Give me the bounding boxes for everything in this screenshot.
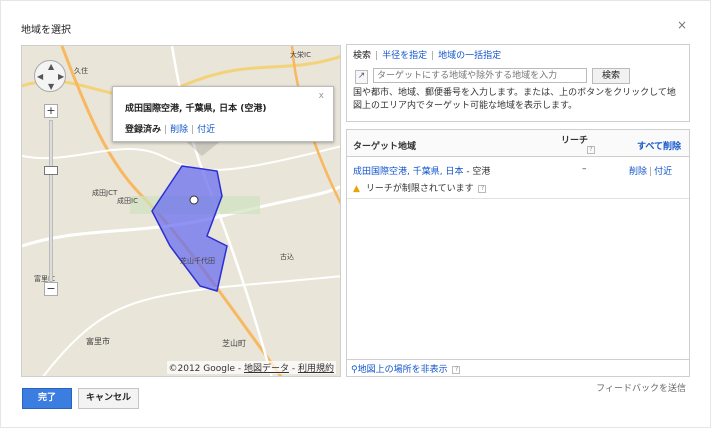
map-pin-small-icon: ⚲	[351, 365, 358, 375]
map-label-shibayama-chiyoda: 芝山千代田	[180, 257, 215, 265]
remove-all-link[interactable]: すべて削除	[637, 139, 681, 152]
info-nearby-link[interactable]: 付近	[197, 125, 215, 135]
terms-link[interactable]: 利用規約	[298, 364, 334, 374]
search-button[interactable]: 検索	[592, 68, 630, 84]
map-view[interactable]: 久住 成田JCT 成田IC 富里市 富里IC 芝山町 芝山千代田 大栄IC 古込…	[21, 45, 341, 377]
send-feedback-link[interactable]: フィードバックを送信	[596, 381, 686, 394]
zoom-slider-handle[interactable]	[44, 166, 58, 175]
zoom-out-button[interactable]: −	[44, 282, 58, 296]
row-divider	[347, 198, 689, 199]
row-remove-link[interactable]: 削除	[629, 167, 647, 177]
warning-icon: ▲	[353, 184, 360, 194]
map-copyright: ©2012 Google - 地図データ - 利用規約	[166, 361, 336, 374]
select-region-dialog: 地域を選択 × 久住 成田JCT 成田IC 富里市 富里IC 芝山町 芝山千代田…	[0, 0, 711, 428]
pan-left-icon[interactable]: ◀	[37, 72, 43, 81]
zoom-track[interactable]	[49, 120, 53, 282]
tab-bulk[interactable]: 地域の一括指定	[438, 51, 501, 61]
info-status: 登録済み	[125, 125, 162, 135]
zoom-in-button[interactable]: +	[44, 104, 58, 118]
pan-control[interactable]: ▲ ▼ ◀ ▶	[34, 60, 66, 92]
close-icon[interactable]: ×	[677, 18, 687, 32]
map-label-kuzue: 久住	[74, 67, 88, 75]
map-label-narita-jct: 成田JCT	[92, 189, 118, 197]
hide-places-link[interactable]: 地図上の場所を非表示	[358, 365, 448, 375]
tab-radius[interactable]: 半径を指定	[382, 51, 427, 61]
pan-right-icon[interactable]: ▶	[58, 72, 64, 81]
info-remove-link[interactable]: 削除	[170, 125, 188, 135]
map-label-daiei-ic: 大栄IC	[290, 51, 311, 59]
cancel-button[interactable]: キャンセル	[78, 388, 139, 409]
target-location-link[interactable]: 成田国際空港, 千葉県, 日本	[353, 167, 463, 177]
pan-up-icon[interactable]: ▲	[48, 62, 54, 71]
warning-help-icon[interactable]: ?	[478, 184, 487, 193]
column-reach: リーチ	[561, 136, 589, 146]
map-label-kushi: 古込	[280, 253, 294, 261]
table-footer: ⚲地図上の場所を非表示 ?	[347, 359, 689, 376]
row-nearby-link[interactable]: 付近	[654, 167, 672, 177]
search-tabs: 検索 | 半径を指定 | 地域の一括指定	[353, 51, 502, 61]
target-reach: –	[582, 164, 587, 174]
tab-search[interactable]: 検索	[353, 51, 371, 61]
search-panel: 検索|半径を指定|地域の一括指定 ↗ 検索 国や都市、地域、郵便番号を入力します…	[346, 44, 690, 122]
map-label-narita-ic: 成田IC	[117, 197, 138, 205]
location-search-input[interactable]	[373, 68, 587, 83]
map-info-window: x 成田国際空港, 千葉県, 日本 (空港) 登録済み | 削除 | 付近	[112, 86, 334, 142]
column-target-region: ターゲット地域	[353, 142, 417, 152]
search-help-text: 国や都市、地域、郵便番号を入力します。または、上のボタンをクリックして地図上のエ…	[353, 88, 676, 111]
pan-down-icon[interactable]: ▼	[48, 82, 54, 91]
hide-places-help-icon[interactable]: ?	[452, 365, 461, 374]
done-button[interactable]: 完了	[22, 388, 72, 409]
dialog-title: 地域を選択	[21, 25, 71, 36]
map-pin-icon[interactable]: ↗	[355, 70, 368, 84]
map-label-tomisato: 富里市	[86, 337, 110, 346]
copyright-text: ©2012 Google -	[168, 364, 244, 374]
warning-text: リーチが制限されています	[365, 184, 474, 194]
info-title: 成田国際空港, 千葉県, 日本 (空港)	[125, 104, 267, 114]
reach-warning: ▲ リーチが制限されています ?	[353, 181, 487, 194]
map-data-link[interactable]: 地図データ	[244, 364, 289, 374]
reach-help-icon[interactable]: ?	[587, 146, 595, 154]
info-close-icon[interactable]: x	[319, 91, 324, 101]
target-regions-table: ターゲット地域 リーチ ? すべて削除 成田国際空港, 千葉県, 日本 - 空港…	[346, 129, 690, 377]
map-label-shibayama: 芝山町	[222, 339, 246, 348]
target-location-type: - 空港	[463, 167, 491, 177]
table-header: ターゲット地域 リーチ ? すべて削除	[347, 130, 689, 157]
zoom-control[interactable]: + −	[44, 104, 58, 296]
